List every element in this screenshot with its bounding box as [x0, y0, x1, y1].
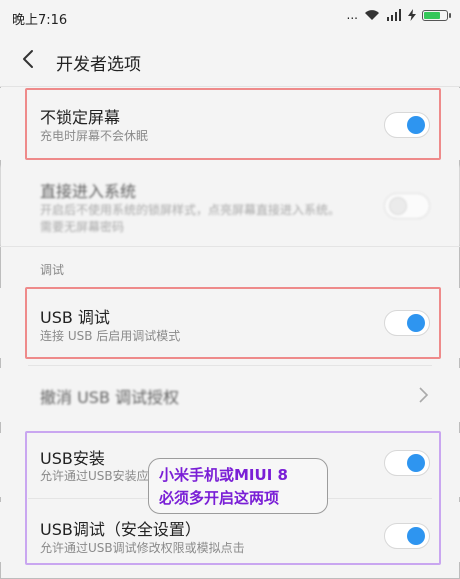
annotation-callout: 小米手机或MIUI 8 必须多开启这两项 [148, 458, 328, 514]
setting-row-direct-boot[interactable]: 直接进入系统 开启后不使用系统的锁屏样式，点亮屏幕直接进入系统。 需要无屏幕密码 [0, 166, 460, 246]
top-app-bar: 开发者选项 [0, 34, 460, 87]
setting-title: 直接进入系统 [40, 182, 137, 201]
signal-icon [387, 9, 401, 21]
charging-icon [408, 9, 416, 21]
section-divider [0, 246, 460, 247]
battery-icon [422, 9, 451, 21]
chevron-right-icon [419, 387, 429, 403]
section-label-debug: 调试 [40, 263, 65, 277]
callout-line2: 必须多开启这两项 [159, 489, 280, 507]
more-dots-icon: ... [346, 8, 358, 22]
wifi-icon [365, 10, 379, 20]
setting-row-revoke-usb[interactable]: 撤消 USB 调试授权 [0, 368, 460, 422]
setting-subtitle-line2: 需要无屏幕密码 [40, 220, 125, 234]
direct-boot-toggle[interactable] [384, 193, 430, 219]
callout-line1: 小米手机或MIUI 8 [159, 466, 288, 484]
setting-title: 撤消 USB 调试授权 [40, 388, 180, 407]
highlight-box-red [25, 287, 441, 359]
row-divider [28, 365, 432, 366]
highlight-box-red [25, 88, 441, 160]
status-time: 晚上7:16 [12, 13, 68, 28]
status-icons: ... [346, 8, 451, 22]
page-title: 开发者选项 [56, 55, 141, 75]
setting-subtitle-line1: 开启后不使用系统的锁屏样式，点亮屏幕直接进入系统。 [40, 203, 341, 217]
back-arrow-icon[interactable] [18, 48, 40, 70]
status-bar: 晚上7:16 ... [0, 0, 460, 34]
